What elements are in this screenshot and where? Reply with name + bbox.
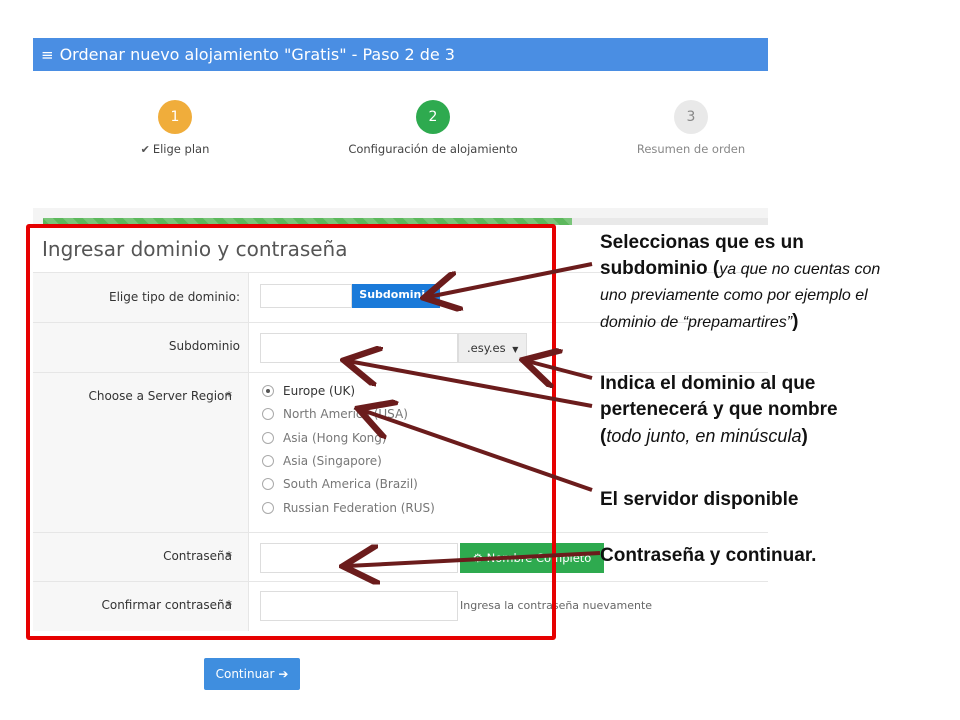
continue-label: Continuar bbox=[215, 667, 275, 681]
step-2-circle: 2 bbox=[416, 100, 450, 134]
step-2: 2 Configuración de alojamiento bbox=[313, 100, 553, 156]
panel-header: ≡ Ordenar nuevo alojamiento "Gratis" - P… bbox=[33, 38, 768, 71]
annotation-server: El servidor disponible bbox=[600, 489, 799, 510]
step-2-label: Configuración de alojamiento bbox=[348, 142, 518, 156]
step-1: 1 ✔ Elige plan bbox=[55, 100, 295, 156]
step-3-circle: 3 bbox=[674, 100, 708, 134]
panel-title: Ordenar nuevo alojamiento "Gratis" - Pas… bbox=[59, 45, 455, 64]
step-3-label: Resumen de orden bbox=[636, 142, 746, 156]
annotation-domain-name: Indica el dominio al que pertenecerá y q… bbox=[600, 373, 838, 447]
step-1-label: Elige plan bbox=[152, 142, 210, 156]
check-icon: ✔ bbox=[140, 143, 150, 156]
step-3: 3 Resumen de orden bbox=[571, 100, 811, 156]
highlight-box bbox=[26, 224, 556, 640]
arrow-circle-right-icon: ➔ bbox=[278, 667, 289, 681]
step-1-circle: 1 bbox=[158, 100, 192, 134]
hamburger-icon[interactable]: ≡ bbox=[41, 46, 54, 64]
annotation-domain-type: Seleccionas que es un subdominio (ya que… bbox=[600, 232, 881, 332]
continue-button[interactable]: Continuar ➔ bbox=[204, 658, 300, 690]
steps-wizard: 1 ✔ Elige plan 2 Configuración de alojami… bbox=[33, 71, 768, 235]
annotation-password: Contraseña y continuar. bbox=[600, 545, 817, 566]
